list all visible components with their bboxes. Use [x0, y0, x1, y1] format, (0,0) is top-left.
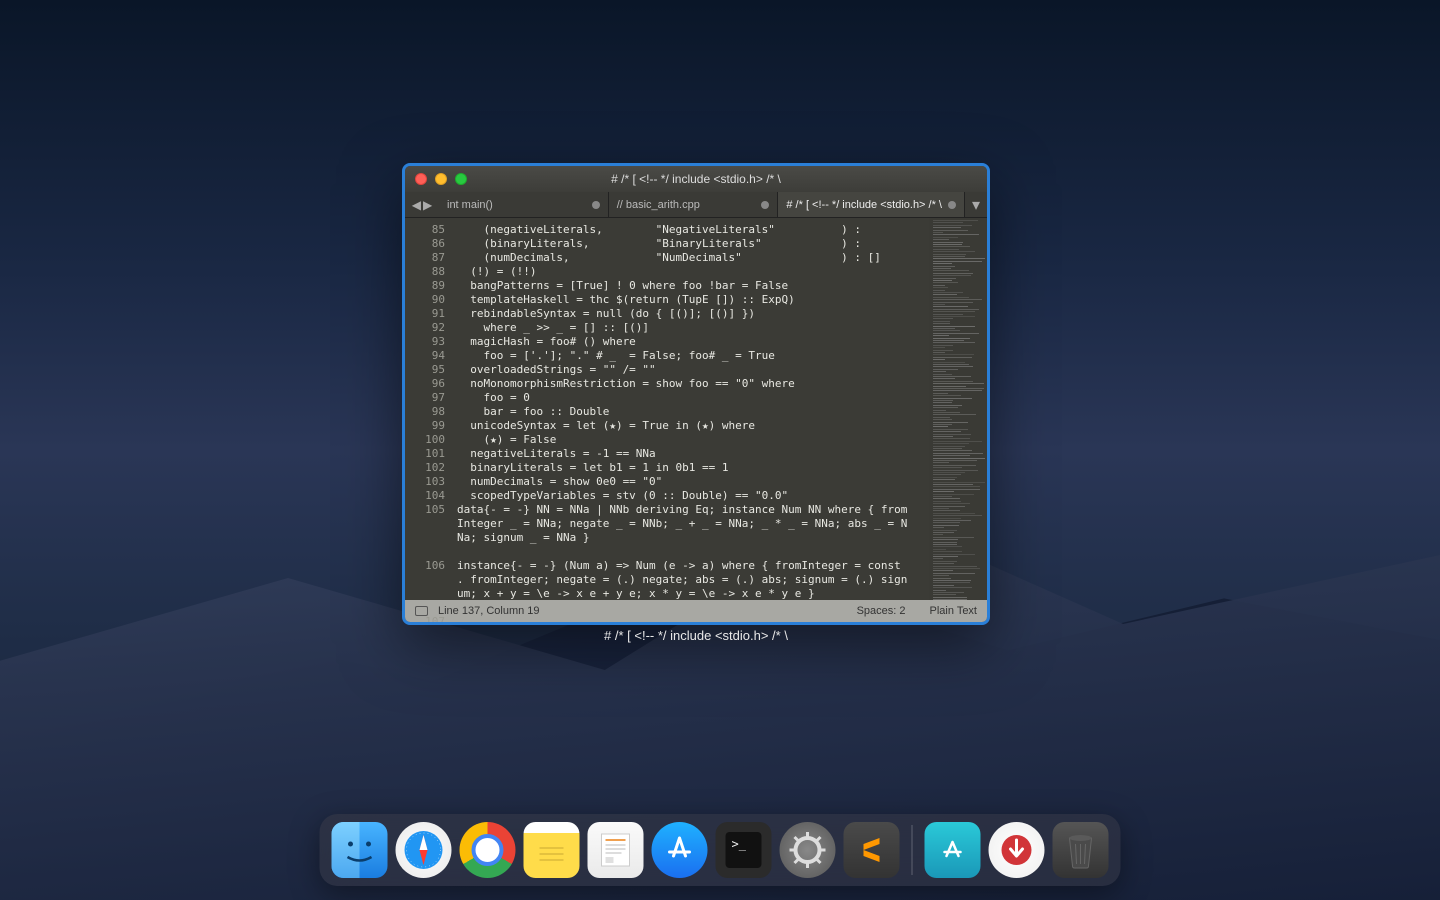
editor-area: 8586878889909192939495969798991001011021… [405, 218, 987, 600]
cursor-position[interactable]: Line 137, Column 19 [438, 605, 540, 617]
tab-stdio[interactable]: # /* [ <!-- */ include <stdio.h> /* \ [778, 192, 965, 217]
dock-chrome-icon[interactable] [460, 822, 516, 878]
dock-terminal-icon[interactable]: >_ [716, 822, 772, 878]
dock-notes-icon[interactable] [524, 822, 580, 878]
tab-next-icon[interactable]: ▶ [423, 198, 432, 212]
minimize-button[interactable] [435, 173, 447, 185]
code-content[interactable]: (negativeLiterals, "NegativeLiterals" ) … [453, 218, 929, 600]
tab-bar: ◀ ▶ int main() // basic_arith.cpp # /* [… [405, 192, 987, 218]
chevron-down-icon: ▾ [972, 195, 980, 215]
mission-control-window-label: # /* [ <!-- */ include <stdio.h> /* \ [402, 628, 990, 643]
indent-setting[interactable]: Spaces: 2 [857, 605, 906, 617]
line-number-gutter: 8586878889909192939495969798991001011021… [405, 218, 453, 600]
tab-label: int main() [447, 199, 493, 211]
tab-prev-icon[interactable]: ◀ [412, 198, 421, 212]
dock: >_ [320, 814, 1121, 886]
tab-nav-buttons[interactable]: ◀ ▶ [405, 192, 439, 217]
tab-dirty-icon [592, 201, 600, 209]
close-button[interactable] [415, 173, 427, 185]
dock-trash-icon[interactable] [1053, 822, 1109, 878]
minimap[interactable] [929, 218, 987, 600]
svg-text:>_: >_ [732, 837, 747, 851]
tab-label: // basic_arith.cpp [617, 199, 700, 211]
tab-overflow-button[interactable]: ▾ [965, 192, 987, 217]
tab-dirty-icon [948, 201, 956, 209]
dock-applications-folder-icon[interactable] [925, 822, 981, 878]
tab-label: # /* [ <!-- */ include <stdio.h> /* \ [786, 199, 942, 211]
dock-settings-icon[interactable] [780, 822, 836, 878]
dock-finder-icon[interactable] [332, 822, 388, 878]
editor-window: # /* [ <!-- */ include <stdio.h> /* \ ◀ … [402, 163, 990, 625]
dock-separator [912, 825, 913, 875]
syntax-setting[interactable]: Plain Text [930, 605, 978, 617]
window-titlebar[interactable]: # /* [ <!-- */ include <stdio.h> /* \ [405, 166, 987, 192]
dock-appstore-icon[interactable] [652, 822, 708, 878]
window-title: # /* [ <!-- */ include <stdio.h> /* \ [405, 172, 987, 186]
dock-pages-icon[interactable] [588, 822, 644, 878]
status-bar: Line 137, Column 19 Spaces: 2 Plain Text [405, 600, 987, 622]
maximize-button[interactable] [455, 173, 467, 185]
tab-int-main[interactable]: int main() [439, 192, 609, 217]
tab-basic-arith[interactable]: // basic_arith.cpp [609, 192, 779, 217]
panel-toggle-icon[interactable] [415, 606, 428, 616]
dock-safari-icon[interactable] [396, 822, 452, 878]
dock-downloads-icon[interactable] [989, 822, 1045, 878]
tab-dirty-icon [761, 201, 769, 209]
dock-sublime-icon[interactable] [844, 822, 900, 878]
